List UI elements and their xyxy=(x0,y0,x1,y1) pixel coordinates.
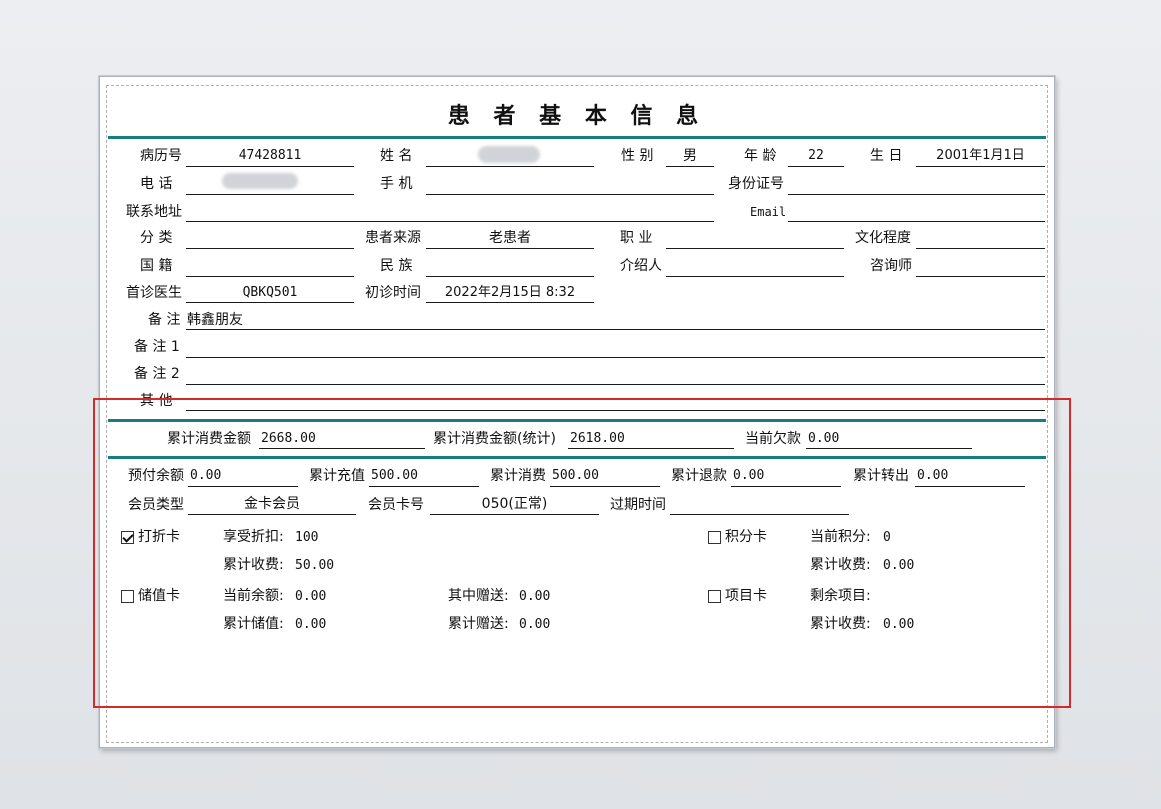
job-label: 职 业 xyxy=(620,230,653,246)
birthday-label: 生 日 xyxy=(870,148,903,164)
ethnic-underline xyxy=(426,276,594,277)
referrer-label: 介绍人 xyxy=(620,258,662,274)
category-underline xyxy=(186,248,354,249)
email-underline xyxy=(788,221,1045,222)
first-doctor-value: QBKQ501 xyxy=(242,285,298,300)
gender-label: 性 别 xyxy=(621,148,654,164)
ethnic-label: 民 族 xyxy=(380,258,413,274)
job-underline xyxy=(666,248,844,249)
address-label: 联系地址 xyxy=(126,204,182,220)
source-underline xyxy=(426,248,594,249)
age-value: 22 xyxy=(808,148,824,163)
edu-underline xyxy=(916,248,1045,249)
record-no-underline xyxy=(186,166,354,167)
birthday-underline xyxy=(916,166,1045,167)
mobile-label: 手 机 xyxy=(380,176,413,192)
name-label: 姓 名 xyxy=(380,148,413,164)
divider-top xyxy=(108,136,1046,139)
category-label: 分 类 xyxy=(140,230,173,246)
first-visit-value: 2022年2月15日 8:32 xyxy=(444,285,576,300)
first-doctor-underline xyxy=(186,302,354,303)
consultant-label: 咨询师 xyxy=(870,258,912,274)
nationality-underline xyxy=(186,276,354,277)
note-label: 备 注 xyxy=(148,312,181,328)
record-no-label: 病历号 xyxy=(140,148,182,164)
referrer-underline xyxy=(666,276,844,277)
note2-underline xyxy=(186,384,1045,385)
age-underline xyxy=(788,166,844,167)
first-visit-underline xyxy=(426,302,594,303)
gender-value: 男 xyxy=(683,148,697,164)
note1-underline xyxy=(186,357,1045,358)
age-label: 年 龄 xyxy=(744,148,777,164)
first-visit-label: 初诊时间 xyxy=(365,285,421,301)
mobile-underline xyxy=(426,194,714,195)
birthday-value: 2001年1月1日 xyxy=(936,148,1025,163)
source-value: 老患者 xyxy=(489,230,531,246)
record-no-value: 47428811 xyxy=(238,148,302,163)
consultant-underline xyxy=(916,276,1045,277)
note1-label: 备 注 1 xyxy=(134,339,180,355)
source-label: 患者来源 xyxy=(365,230,421,246)
report-title: 患 者 基 本 信 息 xyxy=(447,103,707,129)
nationality-label: 国 籍 xyxy=(140,258,173,274)
phone-underline xyxy=(186,194,354,195)
gender-underline xyxy=(666,166,714,167)
id-label: 身份证号 xyxy=(728,176,784,192)
note-value: 韩鑫朋友 xyxy=(187,312,243,328)
address-underline xyxy=(186,221,714,222)
highlight-box xyxy=(93,398,1071,708)
edu-label: 文化程度 xyxy=(855,230,911,246)
phone-label: 电 话 xyxy=(140,176,173,192)
id-underline xyxy=(788,194,1045,195)
note2-label: 备 注 2 xyxy=(134,366,180,382)
note-underline xyxy=(186,329,1045,330)
name-redacted xyxy=(478,146,540,163)
first-doctor-label: 首诊医生 xyxy=(126,285,182,301)
name-underline xyxy=(426,166,594,167)
email-label: Email xyxy=(750,205,787,219)
phone-redacted xyxy=(222,173,298,189)
